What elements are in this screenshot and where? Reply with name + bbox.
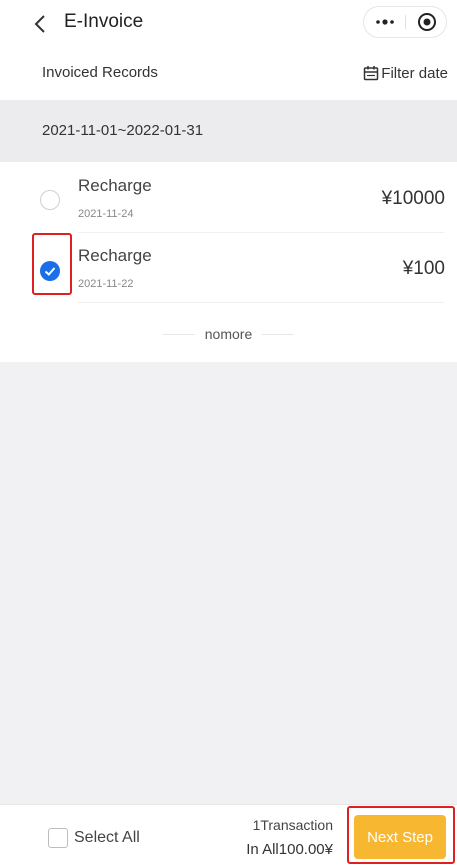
- filter-date-label: Filter date: [381, 64, 448, 82]
- radio-unchecked[interactable]: [40, 190, 60, 210]
- more-dots-icon[interactable]: [364, 7, 406, 37]
- checkbox-box[interactable]: [48, 828, 68, 848]
- item-date: 2021-11-24: [78, 208, 134, 220]
- calendar-icon: [364, 66, 379, 81]
- nav-bar: E-Invoice: [0, 0, 457, 48]
- item-amount: ¥100: [402, 258, 445, 279]
- select-all-label: Select All: [74, 829, 140, 846]
- highlight-box: [32, 233, 72, 295]
- next-step-button[interactable]: Next Step: [354, 815, 446, 859]
- total-amount: In All100.00¥: [246, 841, 333, 858]
- item-name: Recharge: [78, 176, 152, 195]
- date-range-bar: 2021-11-01~2022-01-31: [0, 100, 457, 162]
- records-title: Invoiced Records: [42, 64, 158, 81]
- list-item[interactable]: Recharge 2021-11-24 ¥10000: [0, 164, 457, 234]
- divider-line: [162, 333, 195, 335]
- list-end-indicator: nomore: [0, 322, 457, 346]
- transaction-count: 1Transaction: [252, 817, 333, 833]
- filter-date-button[interactable]: Filter date: [363, 62, 448, 84]
- mini-program-capsule: [363, 6, 447, 38]
- row-divider: [78, 232, 444, 233]
- record-target-icon[interactable]: [406, 7, 448, 37]
- item-date: 2021-11-22: [78, 278, 134, 290]
- records-header: Invoiced Records Filter date: [0, 48, 457, 100]
- row-divider: [78, 302, 444, 303]
- select-all-checkbox[interactable]: Select All: [48, 827, 140, 849]
- item-name: Recharge: [78, 246, 152, 265]
- item-amount: ¥10000: [381, 188, 445, 209]
- list-end-text: nomore: [204, 326, 253, 342]
- divider-line: [262, 333, 295, 335]
- page-title: E-Invoice: [64, 11, 144, 32]
- date-range-text: 2021-11-01~2022-01-31: [42, 122, 204, 139]
- chevron-left-icon[interactable]: [30, 12, 50, 36]
